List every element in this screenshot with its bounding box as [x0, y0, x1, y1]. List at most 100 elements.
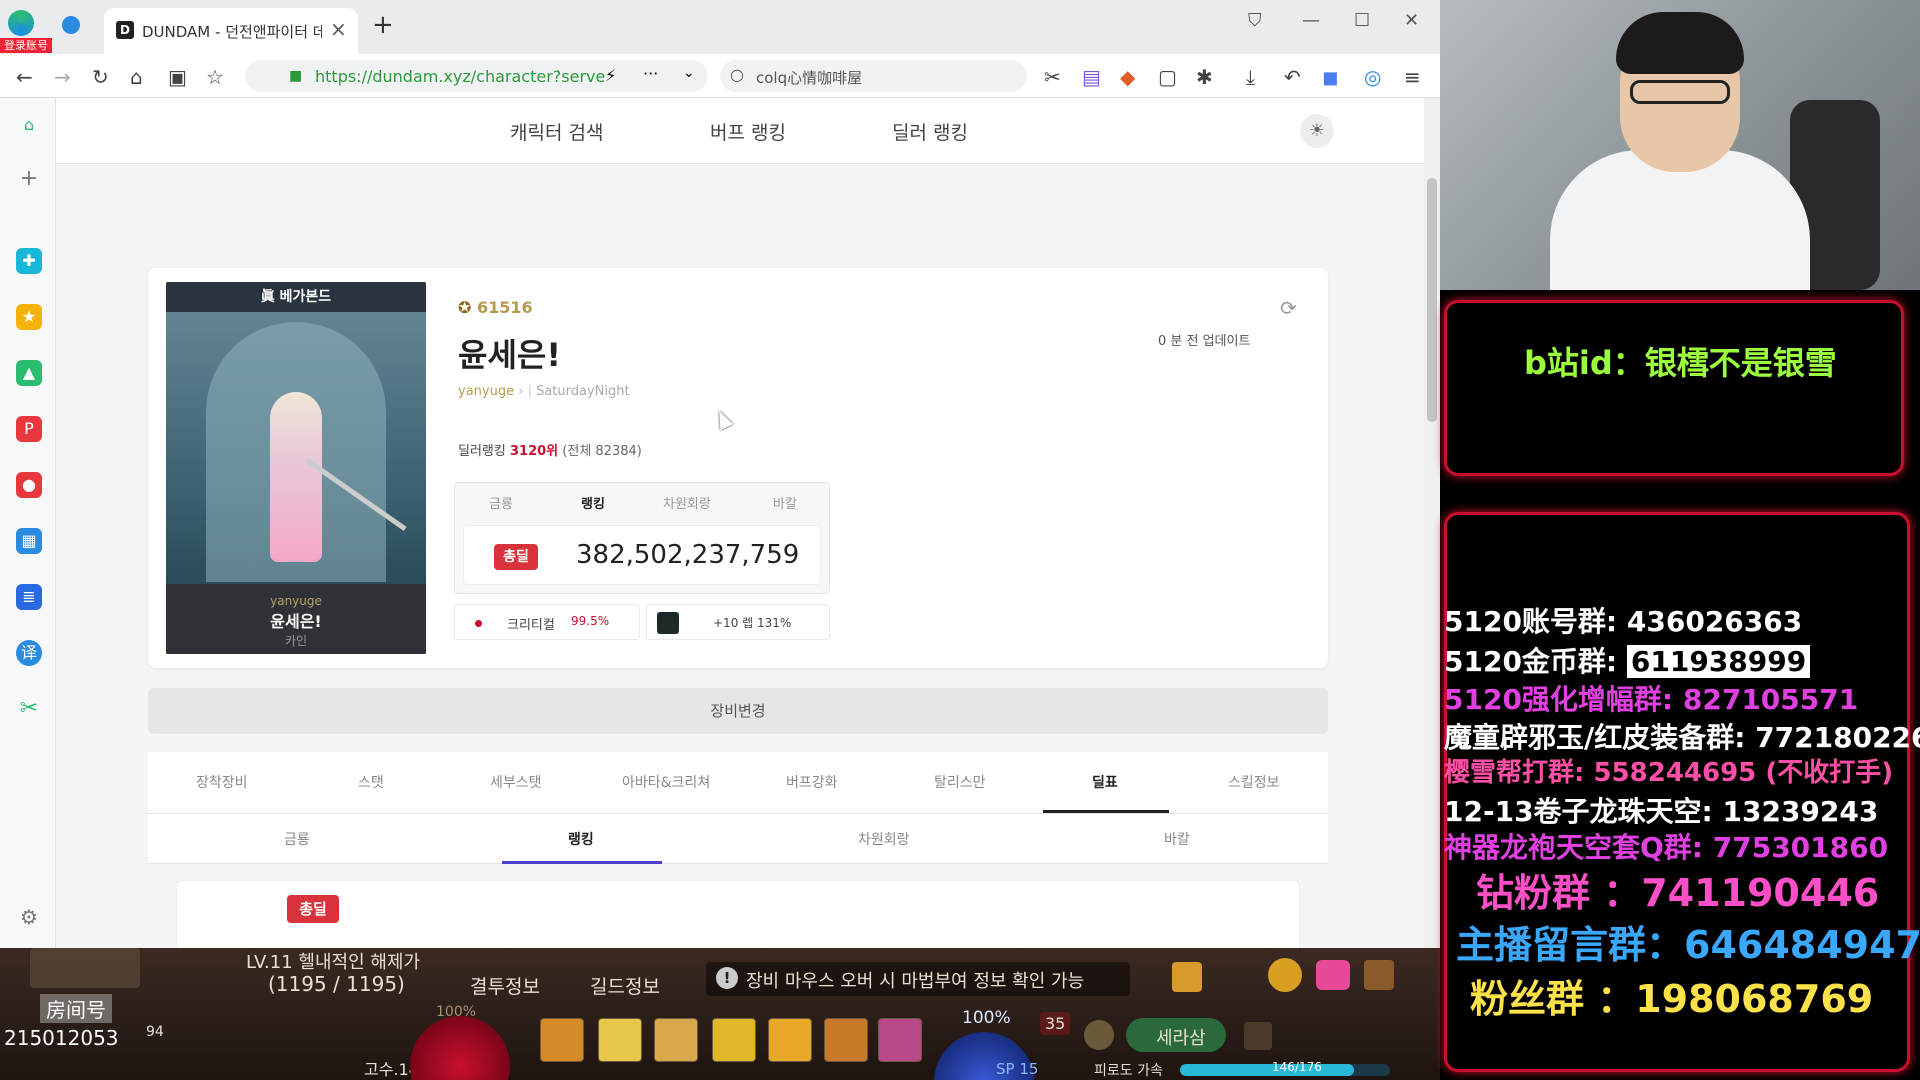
sp-points: SP 15 — [996, 1060, 1039, 1078]
browser-sidebar: ⌂ + ✚ ★ ▲ P ● ▦ ≣ 译 ✂ ⚙ — [0, 98, 56, 948]
forward-icon[interactable]: → — [54, 65, 71, 89]
translate-sidebar-icon[interactable]: 译 — [16, 640, 42, 666]
tab-stats[interactable]: 스탯 — [358, 772, 384, 792]
equip-change-button[interactable]: 장비변경 — [148, 688, 1328, 734]
subtab-dimension[interactable]: 차원회랑 — [858, 829, 910, 849]
dropdown-icon[interactable]: ⌄ — [683, 65, 695, 81]
tab-detail-stats[interactable]: 세부스탯 — [490, 772, 542, 792]
nav-buff-ranking[interactable]: 버프 랭킹 — [710, 118, 786, 145]
damage-display: 총딜 382,502,237,759 — [463, 525, 821, 585]
group-line-3: 5120强化增幅群: 827105571 — [1444, 683, 1859, 716]
map-icon[interactable] — [1364, 960, 1394, 990]
extensions-icon[interactable]: ✱ — [1196, 65, 1213, 89]
new-tab-button[interactable]: + — [372, 10, 394, 40]
game-icon[interactable]: ◆ — [1120, 65, 1135, 89]
theme-toggle-sun-icon[interactable]: ☀ — [1300, 114, 1334, 148]
sync-icon[interactable]: ◎ — [1364, 65, 1381, 89]
add-icon[interactable]: + — [16, 166, 42, 192]
page-scrollbar[interactable] — [1424, 98, 1440, 948]
record-ai-icon[interactable]: ● — [16, 472, 42, 498]
deal-tab-geumryong[interactable]: 금룡 — [489, 493, 513, 512]
undo-icon[interactable]: ↶ — [1284, 65, 1301, 89]
info-icon: ! — [716, 967, 738, 989]
shirt-icon[interactable]: ⛉ — [1248, 10, 1262, 31]
login-badge[interactable]: 登录账号 — [0, 38, 52, 53]
lower-total-tag: 총딜 — [287, 895, 339, 923]
crit-label: 크리티컬 — [507, 618, 555, 633]
skill-slot-d[interactable] — [654, 1018, 698, 1062]
settings-icon[interactable]: ⚙ — [16, 904, 42, 930]
target-button[interactable]: 세라삼 — [1126, 1018, 1226, 1052]
tab-dundam[interactable]: D DUNDAM - 던전앤파이터 데 × — [104, 8, 358, 54]
doc-ai-icon[interactable]: ≣ — [16, 584, 42, 610]
menu-icon[interactable]: ≡ — [1404, 65, 1421, 89]
tab-equipped[interactable]: 장착장비 — [196, 772, 248, 792]
gift-icon[interactable] — [1316, 960, 1350, 990]
fame-value: ✪ 61516 — [458, 298, 533, 317]
back-icon[interactable]: ← — [16, 65, 33, 89]
skill-slot-num[interactable] — [878, 1018, 922, 1062]
scroll-thumb[interactable] — [1427, 178, 1437, 422]
edge-logo-icon[interactable] — [8, 10, 34, 36]
reload-icon[interactable]: ↻ — [92, 65, 109, 89]
reader-icon[interactable]: ▢ — [1158, 65, 1177, 89]
nav-character-search[interactable]: 캐릭터 검색 — [510, 118, 603, 145]
star-app-icon[interactable]: ★ — [16, 304, 42, 330]
subtab-ranking[interactable]: 랭킹 — [568, 829, 594, 849]
ai-icon[interactable]: ◼ — [1322, 65, 1339, 89]
url-text: https://dundam.xyz/character?serve — [315, 67, 606, 86]
ranking-value: 3120위 — [509, 444, 559, 459]
scissors-sidebar-icon[interactable]: ✂ — [16, 696, 42, 722]
lightning-icon[interactable]: ⚡ — [605, 66, 616, 85]
deal-tab-ranking[interactable]: 랭킹 — [581, 493, 605, 512]
room-label: 房间号 — [40, 994, 112, 1023]
minimize-icon[interactable]: — — [1302, 10, 1320, 31]
chart-ai-icon[interactable]: ▦ — [16, 528, 42, 554]
game-logo — [30, 948, 140, 988]
streamer-hair — [1616, 12, 1744, 74]
deal-tab-bakal[interactable]: 바칼 — [773, 493, 797, 512]
pdf-ai-icon[interactable]: P — [16, 416, 42, 442]
deal-tab-dimension[interactable]: 차원회랑 — [663, 493, 711, 512]
tab-avatar-creature[interactable]: 아바타&크리쳐 — [622, 772, 710, 792]
target-name: 세라삼 — [1156, 1028, 1206, 1049]
mail-icon[interactable] — [1172, 962, 1202, 992]
subtab-bakal[interactable]: 바칼 — [1164, 829, 1190, 849]
menu-grid-icon[interactable] — [1244, 1022, 1272, 1050]
extension-bag-icon[interactable]: ▣ — [168, 65, 187, 89]
skill-slot-g[interactable] — [768, 1018, 812, 1062]
favorites-icon[interactable]: ☆ — [206, 65, 224, 89]
skill-slot-f[interactable] — [712, 1018, 756, 1062]
image-ai-icon[interactable]: ▲ — [16, 360, 42, 386]
subtab-geumryong[interactable]: 금룡 — [284, 829, 310, 849]
character-portrait: 眞 베가본드 yanyuge 윤세은! 카인 — [166, 282, 426, 654]
gear-event-icon[interactable] — [1268, 958, 1302, 992]
skill-slot-s[interactable] — [598, 1018, 642, 1062]
search-bar[interactable]: ○ colq心情咖啡屋 — [720, 60, 1027, 92]
guild-link[interactable]: yanyuge — [458, 384, 514, 399]
scissors-icon[interactable]: ✂ — [1044, 65, 1061, 89]
home-sidebar-icon[interactable]: ⌂ — [16, 112, 42, 138]
skill-slot-a[interactable] — [540, 1018, 584, 1062]
translate-icon[interactable]: ▤ — [1082, 65, 1101, 89]
tab-buff-enhance[interactable]: 버프강화 — [786, 772, 838, 792]
maximize-icon[interactable]: ☐ — [1354, 10, 1370, 31]
group-line-7: 神器龙袍天空套Q群: 775301860 — [1444, 831, 1889, 864]
guild-info-button[interactable]: 길드정보 — [590, 972, 660, 999]
close-window-icon[interactable]: ✕ — [1404, 10, 1419, 31]
bell-icon[interactable] — [1084, 1020, 1114, 1050]
skill-slot-h[interactable] — [824, 1018, 868, 1062]
home-icon[interactable]: ⌂ — [130, 65, 143, 89]
nav-dealer-ranking[interactable]: 딜러 랭킹 — [892, 118, 968, 145]
download-icon[interactable]: ⤓ — [1246, 65, 1255, 89]
plugin-icon[interactable]: ✚ — [16, 248, 42, 274]
fight-info-button[interactable]: 결투정보 — [470, 972, 540, 999]
tab-damage-table[interactable]: 딜표 — [1092, 772, 1118, 792]
tab-skill-info[interactable]: 스킬정보 — [1228, 772, 1280, 792]
address-bar[interactable]: ■ https://dundam.xyz/character?serve ⚡ ·… — [245, 60, 708, 92]
refresh-icon[interactable]: ⟳ — [1280, 296, 1297, 320]
more-icon[interactable]: ··· — [643, 64, 658, 83]
tab-close-icon[interactable]: × — [330, 17, 347, 41]
tab-talisman[interactable]: 탈리스만 — [934, 772, 986, 792]
telegram-icon[interactable] — [62, 16, 80, 34]
